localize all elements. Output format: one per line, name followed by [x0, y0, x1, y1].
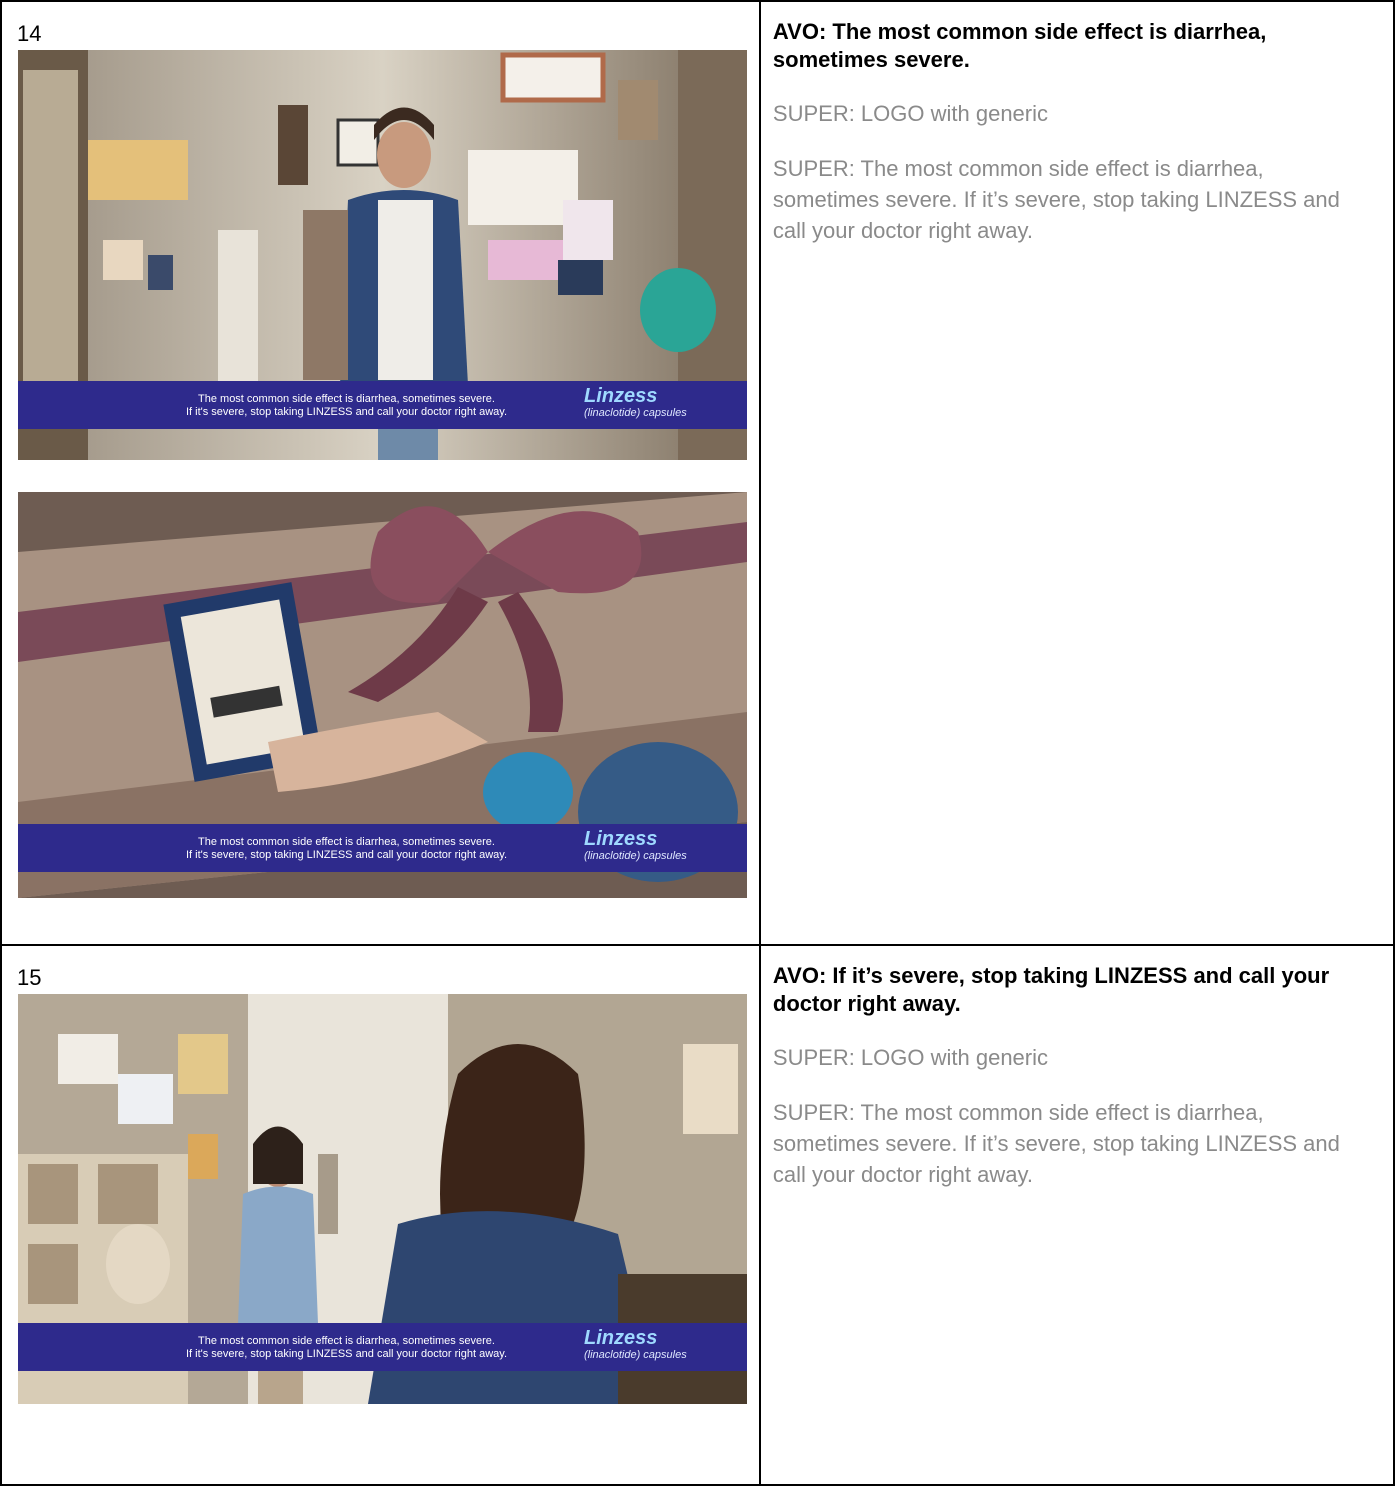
super-bar: The most common side effect is diarrhea,…: [18, 824, 747, 872]
avo-line: AVO: The most common side effect is diar…: [772, 19, 1267, 72]
super-logo-line: SUPER: LOGO with generic: [772, 1045, 1049, 1070]
super-bar-text: The most common side effect is diarrhea,…: [186, 393, 507, 419]
script-block: AVO: If it’s severe, stop taking LINZESS…: [773, 962, 1375, 1214]
super-bar-line-2: If it's severe, stop taking LINZESS and …: [185, 1348, 507, 1360]
logo-name: Linzess: [584, 1327, 658, 1349]
logo-name: Linzess: [584, 828, 658, 850]
storyboard-page: 14 The most common side effect is diarrh…: [0, 0, 1395, 1486]
logo-generic: (linaclotide) capsules: [584, 850, 687, 862]
super-bar-line-1: The most common side effect is diarrhea,…: [198, 836, 495, 848]
super-text-line: SUPER: The most common side effect is di…: [772, 1100, 1340, 1187]
super-bar: The most common side effect is diarrhea,…: [18, 381, 747, 429]
avo-line: AVO: If it’s severe, stop taking LINZESS…: [772, 963, 1330, 1016]
frame-image-girl-bedroom: The most common side effect is diarrhea,…: [18, 50, 747, 460]
linzess-logo: Linzess (linaclotide) capsules: [584, 1327, 687, 1361]
shot-visual-cell: 14 The most common side effect is diarrh…: [0, 0, 761, 946]
shot-script-cell: AVO: The most common side effect is diar…: [758, 0, 1395, 946]
frame-image-gift-box: The most common side effect is diarrhea,…: [18, 492, 747, 898]
super-bar-line-2: If it's severe, stop taking LINZESS and …: [185, 849, 507, 861]
super-bar-line-2: If it's severe, stop taking LINZESS and …: [185, 406, 507, 418]
super-logo-line: SUPER: LOGO with generic: [772, 101, 1049, 126]
super-bar-line-1: The most common side effect is diarrhea,…: [198, 393, 495, 405]
shot-script-cell: AVO: If it’s severe, stop taking LINZESS…: [758, 944, 1395, 1486]
logo-generic: (linaclotide) capsules: [584, 407, 687, 419]
linzess-logo: Linzess (linaclotide) capsules: [584, 385, 687, 419]
logo-generic: (linaclotide) capsules: [584, 1349, 687, 1361]
logo-name: Linzess: [584, 385, 658, 407]
frame-image-mother-doorway: The most common side effect is diarrhea,…: [18, 994, 747, 1404]
shot-number: 14: [17, 21, 42, 46]
shot-visual-cell: 15 The most common side effect is diarrh…: [0, 944, 761, 1486]
script-block: AVO: The most common side effect is diar…: [773, 18, 1375, 270]
super-bar-line-1: The most common side effect is diarrhea,…: [198, 1335, 495, 1347]
linzess-logo: Linzess (linaclotide) capsules: [584, 828, 687, 862]
shot-row-15: 15 The most common side effect is diarrh…: [0, 944, 1395, 1486]
super-bar-text: The most common side effect is diarrhea,…: [186, 1335, 507, 1361]
super-bar: The most common side effect is diarrhea,…: [18, 1323, 747, 1371]
shot-row-14: 14 The most common side effect is diarrh…: [0, 0, 1395, 946]
super-bar-text: The most common side effect is diarrhea,…: [186, 836, 507, 862]
storyboard-table: 14 The most common side effect is diarrh…: [0, 0, 1395, 1486]
shot-number: 15: [17, 965, 42, 990]
super-text-line: SUPER: The most common side effect is di…: [772, 156, 1340, 243]
